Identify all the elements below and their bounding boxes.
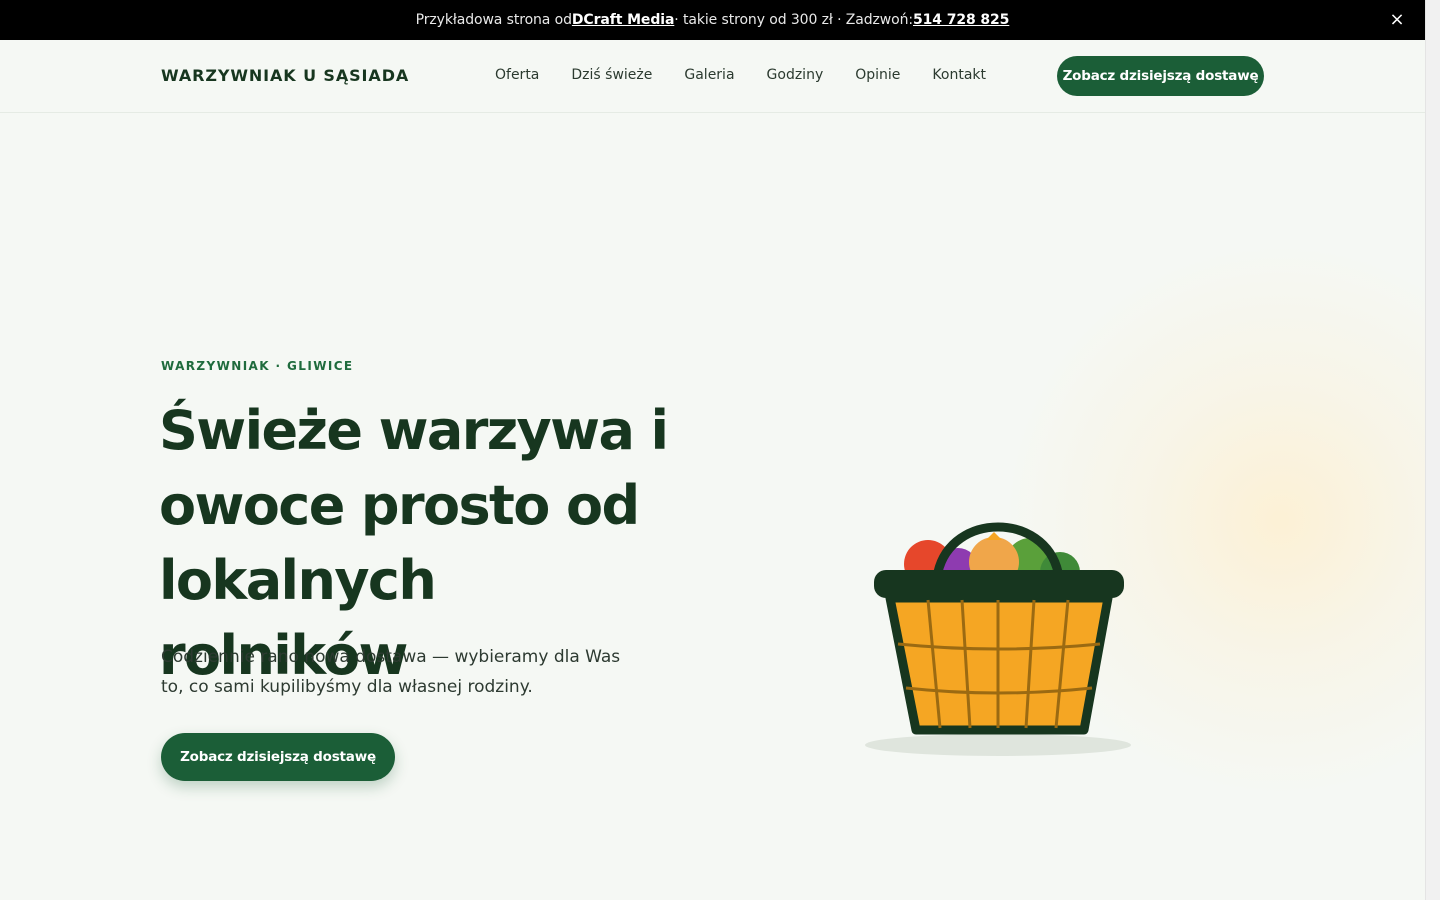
phone-link[interactable]: 514 728 825 bbox=[913, 12, 1009, 28]
nav-item-oferta[interactable]: Oferta bbox=[495, 67, 539, 83]
page: Przykładowa strona od DCraft Media · tak… bbox=[0, 0, 1425, 900]
header-delivery-button[interactable]: Zobacz dzisiejszą dostawę bbox=[1057, 56, 1264, 96]
brand-logo[interactable]: WARZYWNIAK U SĄSIADA bbox=[161, 66, 409, 85]
hero-eyebrow: WARZYWNIAK · GLIWICE bbox=[161, 359, 354, 373]
main-nav: Oferta Dziś świeże Galeria Godziny Opini… bbox=[495, 67, 1018, 83]
carrot-tip-icon bbox=[986, 532, 1002, 540]
dcraft-media-link[interactable]: DCraft Media bbox=[572, 12, 675, 28]
basket-shadow bbox=[865, 734, 1131, 756]
basket-rim bbox=[874, 570, 1124, 598]
announcement-middle: · takie strony od 300 zł · Zadzwoń: bbox=[674, 12, 913, 28]
announcement-prefix: Przykładowa strona od bbox=[415, 12, 572, 28]
nav-item-opinie[interactable]: Opinie bbox=[855, 67, 900, 83]
nav-item-godziny[interactable]: Godziny bbox=[767, 67, 824, 83]
nav-item-kontakt[interactable]: Kontakt bbox=[932, 67, 986, 83]
hero-delivery-button[interactable]: Zobacz dzisiejszą dostawę bbox=[161, 733, 395, 781]
close-icon[interactable]: × bbox=[1387, 10, 1407, 30]
vegetable-basket-illustration bbox=[865, 522, 1131, 756]
hero-lead: Codziennie rano nowa dostawa — wybieramy… bbox=[161, 647, 621, 697]
site-header: WARZYWNIAK U SĄSIADA Oferta Dziś świeże … bbox=[0, 40, 1425, 113]
announcement-bar: Przykładowa strona od DCraft Media · tak… bbox=[0, 0, 1425, 40]
nav-item-galeria[interactable]: Galeria bbox=[684, 67, 734, 83]
nav-item-dzis-swieze[interactable]: Dziś świeże bbox=[571, 67, 652, 83]
scrollbar[interactable] bbox=[1425, 0, 1440, 900]
